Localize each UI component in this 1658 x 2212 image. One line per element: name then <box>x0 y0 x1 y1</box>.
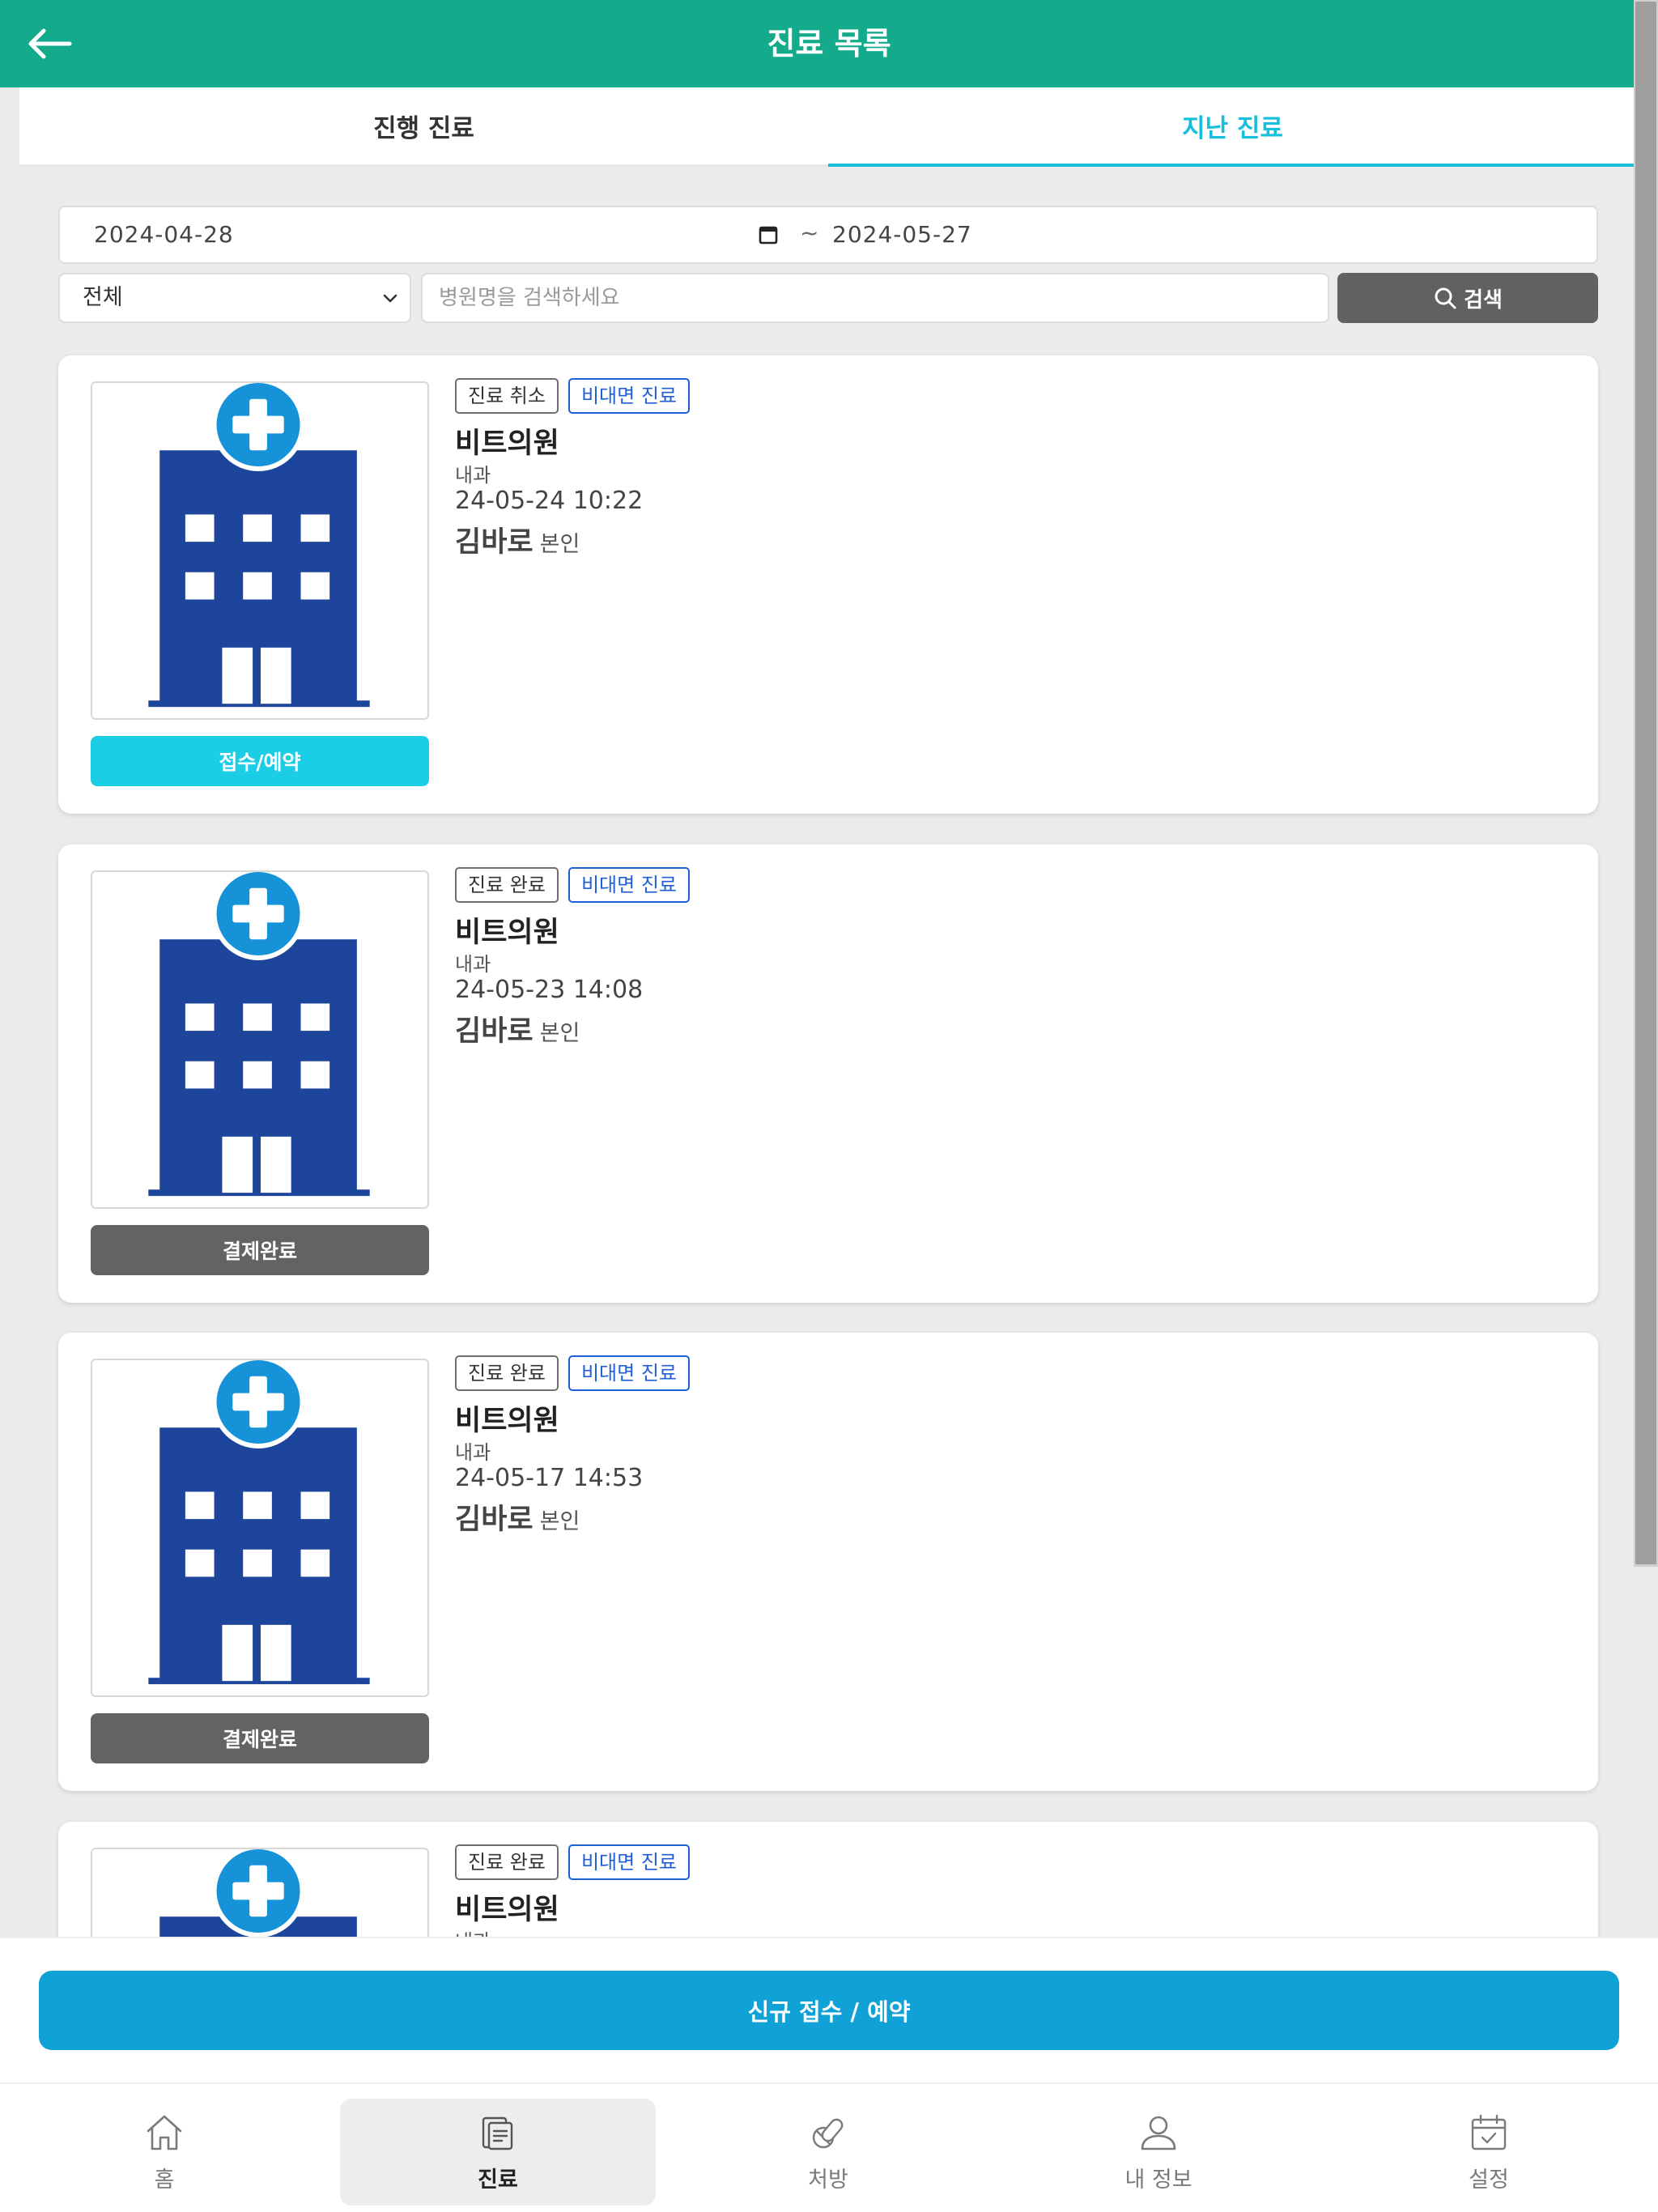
record-card[interactable]: 결제완료 진료 완료 비대면 진료 비트의원 내과 24-05-17 14:53… <box>58 1333 1598 1791</box>
patient-relation: 본인 <box>539 1509 580 1534</box>
category-select[interactable]: 전체 <box>58 273 411 323</box>
nav-label-my-info: 내 정보 <box>1124 2167 1192 2193</box>
date-start[interactable]: 2024-04-28 <box>94 207 234 262</box>
tab-past[interactable]: 지난 진료 <box>828 87 1637 167</box>
department: 내과 <box>455 953 491 976</box>
hospital-building-icon <box>148 383 370 708</box>
hospital-building-icon <box>148 872 370 1197</box>
type-badge: 비대면 진료 <box>568 867 690 903</box>
patient-relation: 본인 <box>539 1021 580 1046</box>
patient-name: 김바로 <box>455 1015 534 1048</box>
page-title: 진료 목록 <box>767 26 891 62</box>
record-card[interactable]: 접수/예약 진료 취소 비대면 진료 비트의원 내과 24-05-24 10:2… <box>58 355 1598 814</box>
hospital-name: 비트의원 <box>455 917 559 949</box>
record-tags: 진료 완료 비대면 진료 <box>455 867 690 903</box>
nav-item-prescription[interactable]: 처방 <box>670 2099 986 2206</box>
bottom-nav: 홈 진료 처방 내 정보 설정 <box>0 2082 1658 2212</box>
search-button[interactable]: 검색 <box>1337 273 1598 323</box>
status-badge: 진료 취소 <box>455 378 559 414</box>
nav-item-treatment[interactable]: 진료 <box>340 2099 656 2206</box>
record-datetime: 24-05-23 14:08 <box>455 976 644 1004</box>
record-action-button[interactable]: 결제완료 <box>91 1225 429 1275</box>
category-select-value: 전체 <box>83 285 123 310</box>
app-header: 진료 목록 <box>0 0 1658 87</box>
search-icon <box>1435 287 1456 309</box>
pill-icon <box>812 2118 844 2148</box>
scrollbar-thumb[interactable] <box>1635 2 1656 1564</box>
cta-area: 신규 접수 / 예약 <box>0 1937 1658 2082</box>
department: 내과 <box>455 464 491 487</box>
type-badge: 비대면 진료 <box>568 1355 690 1391</box>
patient-name: 김바로 <box>455 526 534 559</box>
tab-bar: 진행 진료 지난 진료 <box>19 87 1637 167</box>
record-card[interactable]: 결제완료 진료 완료 비대면 진료 비트의원 내과 24-05-23 14:08… <box>58 844 1598 1303</box>
nav-item-settings[interactable]: 설정 <box>1331 2099 1647 2206</box>
home-icon <box>147 2115 182 2150</box>
new-reservation-button[interactable]: 신규 접수 / 예약 <box>39 1971 1619 2050</box>
hospital-image <box>91 381 429 720</box>
record-datetime: 24-05-24 10:22 <box>455 487 644 515</box>
patient-relation: 본인 <box>539 532 580 557</box>
hospital-image <box>91 870 429 1209</box>
record-tags: 진료 취소 비대면 진료 <box>455 378 690 414</box>
patient-info: 김바로 본인 <box>455 519 580 560</box>
nav-item-home[interactable]: 홈 <box>6 2099 322 2206</box>
status-badge: 진료 완료 <box>455 867 559 903</box>
hospital-name: 비트의원 <box>455 428 559 460</box>
search-button-label: 검색 <box>1464 287 1503 313</box>
type-badge: 비대면 진료 <box>568 378 690 414</box>
patient-name: 김바로 <box>455 1504 534 1536</box>
patient-info: 김바로 본인 <box>455 1496 580 1538</box>
patient-info: 김바로 본인 <box>455 1008 580 1049</box>
record-datetime: 24-05-17 14:53 <box>455 1464 644 1492</box>
chevron-down-icon <box>383 294 397 303</box>
nav-item-my-info[interactable]: 내 정보 <box>1001 2099 1316 2206</box>
nav-label-home: 홈 <box>154 2167 175 2193</box>
user-icon <box>1141 2116 1176 2150</box>
calendar-icon[interactable] <box>758 224 779 245</box>
department: 내과 <box>455 1441 491 1464</box>
record-action-button[interactable]: 접수/예약 <box>91 736 429 786</box>
hospital-image <box>91 1359 429 1697</box>
hospital-name: 비트의원 <box>455 1405 559 1437</box>
nav-label-treatment: 진료 <box>478 2167 518 2193</box>
type-badge: 비대면 진료 <box>568 1844 690 1880</box>
status-badge: 진료 완료 <box>455 1355 559 1391</box>
record-action-button[interactable]: 결제완료 <box>91 1713 429 1763</box>
record-tags: 진료 완료 비대면 진료 <box>455 1355 690 1391</box>
hospital-search-input[interactable] <box>421 273 1329 323</box>
calendar-check-icon <box>1471 2114 1507 2150</box>
hospital-building-icon <box>148 1360 370 1685</box>
nav-label-settings: 설정 <box>1469 2167 1509 2193</box>
hospital-name: 비트의원 <box>455 1894 559 1926</box>
date-separator: ~ <box>800 219 819 246</box>
tab-ongoing[interactable]: 진행 진료 <box>19 87 828 167</box>
record-tags: 진료 완료 비대면 진료 <box>455 1844 690 1880</box>
date-range-field[interactable]: 2024-04-28 ~ 2024-05-27 <box>58 206 1598 264</box>
document-icon <box>482 2116 513 2150</box>
date-end[interactable]: 2024-05-27 <box>832 207 972 262</box>
nav-label-prescription: 처방 <box>808 2167 848 2193</box>
status-badge: 진료 완료 <box>455 1844 559 1880</box>
